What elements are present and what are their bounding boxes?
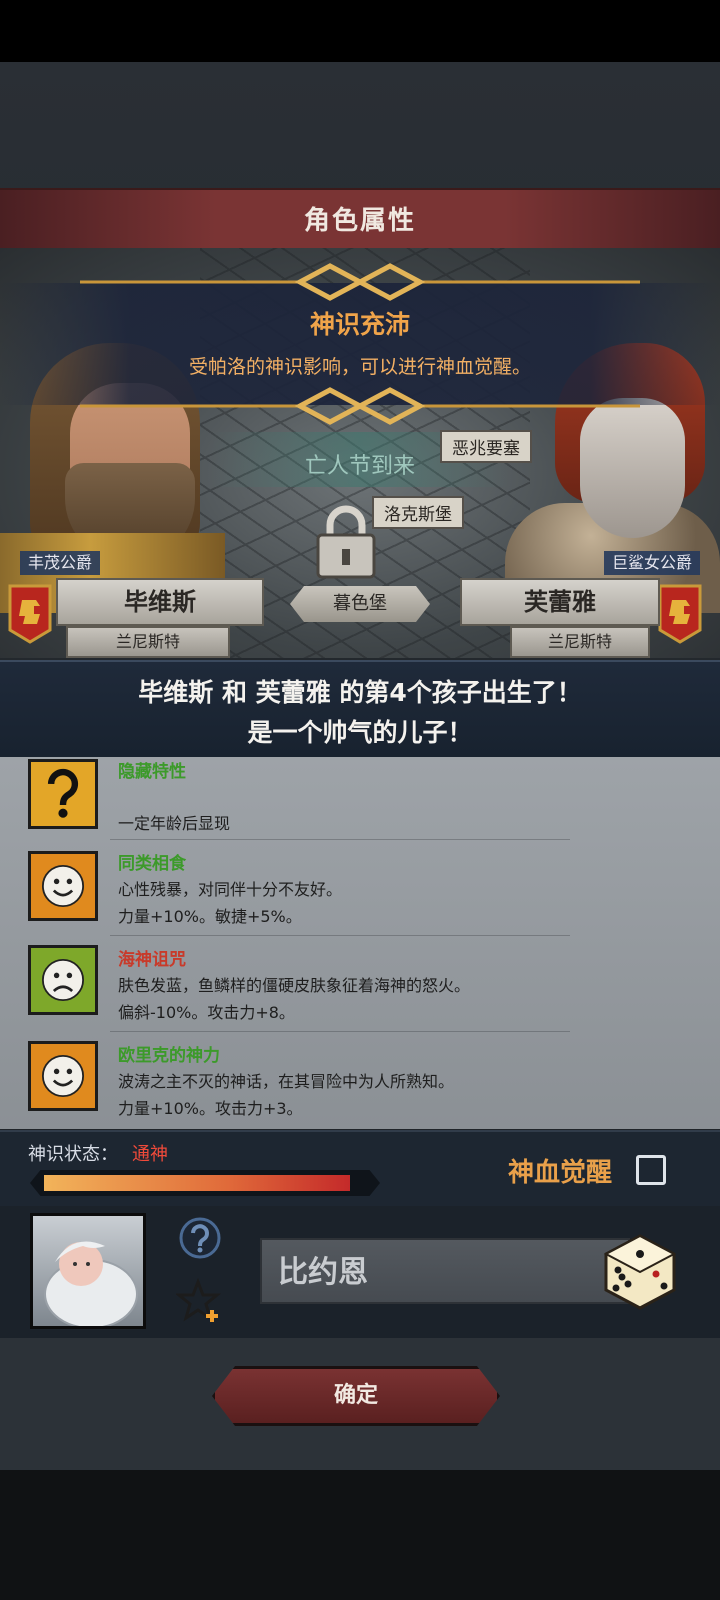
randomize-dice-icon[interactable] [600, 1232, 680, 1312]
trait-desc: 心性残暴，对同伴十分不友好。 [118, 880, 343, 899]
sad-face-icon [28, 945, 98, 1015]
trait-name: 同类相食 [118, 854, 186, 874]
trait-desc: 肤色发蓝，鱼鳞样的僵硬皮肤象征着海神的怒火。 [118, 976, 471, 995]
trait-desc: 力量+10%。敏捷+5%。 [118, 907, 302, 926]
trait-item: 欧里克的神力 波涛之主不灭的神话，在其冒险中为人所熟知。 力量+10%。攻击力+… [0, 1037, 720, 1129]
trait-desc: 波涛之主不灭的神话，在其冒险中为人所熟知。 [118, 1072, 455, 1091]
question-mark-icon [28, 759, 98, 829]
child-name-input[interactable]: 比约恩 [260, 1238, 630, 1304]
castle-label-top: 恶兆要塞 [440, 430, 532, 463]
trait-desc: 力量+10%。攻击力+3。 [118, 1099, 303, 1118]
father-title: 丰茂公爵 [20, 551, 101, 575]
lion-crest-icon [8, 584, 52, 644]
child-portrait [30, 1213, 146, 1329]
castle-label-mid: 洛克斯堡 [372, 496, 464, 529]
add-favorite-star-icon[interactable] [176, 1278, 224, 1326]
lion-crest-icon [658, 584, 702, 644]
trait-list[interactable]: 隐藏特性 一定年龄后显现 同类相食 心性残暴，对同伴十分不友好。 力量+10%。… [0, 757, 720, 1129]
announcement-line-2: 是一个帅气的儿子！ [247, 718, 473, 747]
trait-item: 同类相食 心性残暴，对同伴十分不友好。 力量+10%。敏捷+5%。 [0, 845, 720, 941]
baby-icon [44, 1241, 138, 1326]
castle-label-bottom: 暮色堡 [290, 586, 430, 622]
trait-desc: 一定年龄后显现 [118, 814, 231, 833]
status-bar-area [0, 0, 720, 62]
awaken-checkbox[interactable] [636, 1155, 666, 1185]
bottom-area [0, 1470, 720, 1600]
status-value: 通神 [132, 1144, 168, 1165]
awaken-label: 神血觉醒 [508, 1158, 613, 1188]
status-progress-fill [44, 1175, 350, 1191]
father-house: 兰尼斯特 [66, 626, 230, 658]
mother-name: 芙蕾雅 [460, 578, 660, 626]
lock-icon [316, 505, 376, 579]
mother-house: 兰尼斯特 [510, 626, 650, 658]
status-label: 神识状态： [28, 1144, 118, 1165]
announcement-line-1: 毕维斯 和 芙蕾雅 的第4个孩子出生了！ [138, 678, 582, 707]
page-title: 角色属性 [303, 206, 416, 236]
father-name: 毕维斯 [56, 578, 264, 626]
mother-title: 巨鲨女公爵 [603, 551, 700, 575]
happy-face-icon [28, 851, 98, 921]
confirm-button[interactable]: 确定 [212, 1366, 500, 1426]
trait-item: 海神诅咒 肤色发蓝，鱼鳞样的僵硬皮肤象征着海神的怒火。 偏斜-10%。攻击力+8… [0, 941, 720, 1037]
trait-name: 隐藏特性 [118, 762, 186, 782]
help-icon[interactable] [178, 1216, 222, 1260]
trait-desc: 偏斜-10%。攻击力+8。 [118, 1003, 295, 1022]
ornament-top-icon [80, 263, 640, 301]
banner-description: 受帕洛的神识影响，可以进行神血觉醒。 [188, 356, 531, 378]
banner-title: 神识充沛 [309, 310, 410, 339]
trait-name: 海神诅咒 [118, 950, 186, 970]
trait-name: 欧里克的神力 [118, 1046, 220, 1066]
happy-face-icon [28, 1041, 98, 1111]
ornament-bottom-icon [80, 387, 640, 425]
